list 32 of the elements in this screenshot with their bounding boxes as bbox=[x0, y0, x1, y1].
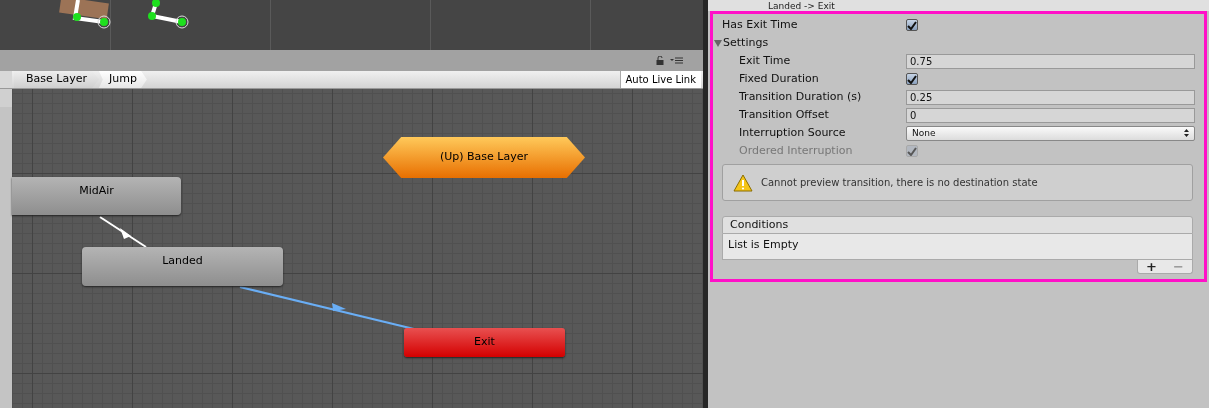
foldout-arrow-icon[interactable] bbox=[714, 39, 722, 47]
warning-message: Cannot preview transition, there is no destination state bbox=[761, 176, 1038, 190]
auto-live-link-button[interactable]: Auto Live Link bbox=[619, 71, 701, 88]
checkbox[interactable] bbox=[906, 19, 918, 31]
menu-icon[interactable] bbox=[670, 57, 683, 64]
field-label: Interruption Source bbox=[738, 124, 847, 141]
breadcrumb[interactable]: Base Layer bbox=[14, 71, 99, 88]
field-label: Transition Offset bbox=[738, 106, 830, 123]
state-node[interactable]: MidAir bbox=[12, 177, 181, 215]
stepper-arrows-icon bbox=[1184, 126, 1189, 140]
exit-node[interactable]: Exit bbox=[404, 328, 565, 357]
breadcrumb[interactable]: Jump bbox=[98, 71, 147, 88]
dropdown[interactable]: None bbox=[906, 125, 1195, 141]
empty-list-message: List is Empty bbox=[722, 234, 1193, 260]
parent-layer-node[interactable]: (Up) Base Layer bbox=[383, 137, 585, 178]
field-label: Exit Time bbox=[738, 52, 792, 69]
field-label: Transition Duration (s) bbox=[738, 88, 863, 105]
state-node[interactable]: Landed bbox=[82, 247, 283, 286]
warning-icon bbox=[733, 173, 753, 192]
lock-icon[interactable] bbox=[656, 56, 664, 65]
field-label: Has Exit Time bbox=[722, 16, 799, 33]
field-label: Ordered Interruption bbox=[738, 142, 854, 159]
add-button[interactable]: + bbox=[1146, 260, 1157, 273]
number-field[interactable]: 0.25 bbox=[906, 89, 1195, 105]
field-label: Fixed Duration bbox=[738, 70, 820, 87]
transition-title: Landed -> Exit bbox=[768, 1, 835, 11]
transition-arrow bbox=[98, 215, 148, 249]
number-field[interactable]: 0.75 bbox=[906, 53, 1195, 69]
number-field[interactable]: 0 bbox=[906, 107, 1195, 123]
section-label: Settings bbox=[723, 34, 769, 51]
conditions-header: Conditions bbox=[722, 216, 1193, 234]
checkbox[interactable] bbox=[906, 73, 918, 85]
